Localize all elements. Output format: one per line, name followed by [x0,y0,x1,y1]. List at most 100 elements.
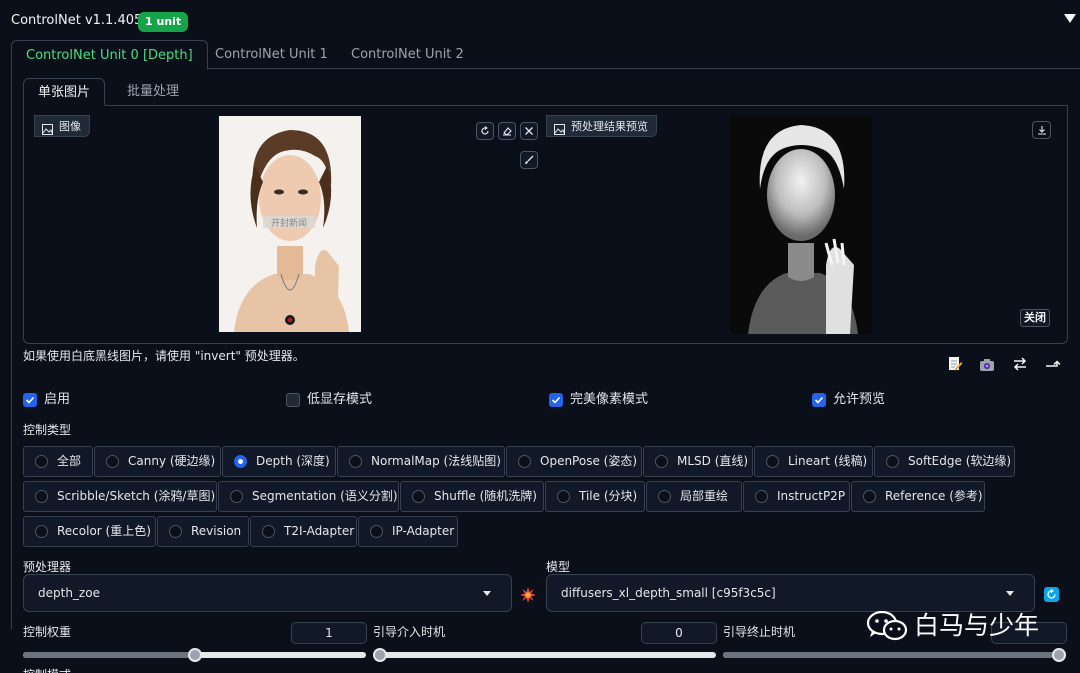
radio-icon [230,490,243,503]
control-type-option[interactable]: Revision [157,516,249,547]
control-type-option[interactable]: Depth (深度) [222,446,336,477]
radio-icon [35,490,48,503]
depth-map-image [730,115,872,334]
brush-button[interactable] [520,151,538,169]
preprocessor-label: 预处理器 [23,560,72,574]
collapse-triangle-icon[interactable] [1063,11,1077,25]
tab-unit-0[interactable]: ControlNet Unit 0 [Depth] [11,40,208,70]
rotate-button[interactable] [476,122,494,140]
control-type-option[interactable]: Lineart (线稿) [754,446,873,477]
brush-icon [525,155,534,164]
control-type-option[interactable]: InstructP2P [743,481,850,512]
checkbox-checked-icon [549,393,563,407]
radio-icon [658,490,671,503]
checkbox-checked-icon [23,393,37,407]
preprocessor-preview-image [730,115,872,334]
guidance-start-slider[interactable] [373,648,716,662]
radio-icon [262,525,275,538]
guidance-end-label: 引导终止时机 [723,625,796,639]
radio-icon [106,455,119,468]
radio-icon [349,455,362,468]
control-type-option[interactable]: SoftEdge (软边缘) [874,446,1015,477]
slider-thumb[interactable] [373,648,387,662]
guidance-end-slider[interactable] [723,648,1066,662]
radio-icon [35,525,48,538]
control-type-option[interactable]: Canny (硬边缘) [94,446,221,477]
download-icon [1038,126,1046,135]
clear-button[interactable] [520,122,538,140]
slider-thumb[interactable] [187,648,202,662]
control-type-option[interactable]: T2I-Adapter [250,516,357,547]
radio-icon [35,455,48,468]
control-type-option[interactable]: Shuffle (随机洗牌) [400,481,544,512]
close-icon [525,127,533,135]
radio-icon [412,490,425,503]
control-type-option[interactable]: 局部重绘 [646,481,742,512]
explosion-icon [520,587,536,603]
image-icon [554,121,565,135]
photo-watermark: 开封新闻 [271,217,307,229]
close-preview-button[interactable]: 关闭 [1020,309,1050,327]
tab-unit-2[interactable]: ControlNet Unit 2 [337,40,478,70]
preview-label: 预处理结果预览 [546,115,657,137]
radio-icon [370,525,383,538]
input-image-label: 图像 [34,115,90,137]
rotate-icon [481,126,489,135]
radio-icon [518,455,531,468]
model-label: 模型 [546,560,571,574]
radio-icon [886,455,899,468]
eraser-icon [503,127,512,136]
tab-unit-1[interactable]: ControlNet Unit 1 [201,40,342,70]
invert-hint: 如果使用白底黑线图片，请使用 "invert" 预处理器。 [23,349,305,363]
control-type-option[interactable]: Recolor (重上色) [23,516,156,547]
control-type-label: 控制类型 [23,423,72,437]
radio-icon [655,455,668,468]
control-weight-input[interactable]: 1 [291,622,367,644]
slider-thumb[interactable] [1052,648,1066,662]
refresh-models-button[interactable] [1044,587,1059,602]
control-type-option[interactable]: MLSD (直线) [643,446,753,477]
chevron-down-icon [483,591,491,596]
control-type-option[interactable]: Segmentation (语义分割) [218,481,399,512]
portrait-photo: 开封新闻 [219,116,361,332]
camera-icon [980,359,994,371]
control-type-option[interactable]: OpenPose (姿态) [506,446,642,477]
radio-selected-icon [234,455,247,468]
guidance-start-input[interactable]: 0 [641,622,717,644]
slider-fill [23,652,195,658]
control-type-option[interactable]: NormalMap (法线贴图) [337,446,505,477]
download-button[interactable] [1032,121,1051,139]
controlnet-title: ControlNet v1.1.405 [11,13,143,28]
model-dropdown[interactable]: diffusers_xl_depth_small [c95f3c5c] [546,574,1035,612]
controlnet-header[interactable]: ControlNet v1.1.405 1 unit [0,0,1080,40]
checkbox-unchecked-icon [286,393,300,407]
swap-arrows-icon [1013,357,1027,371]
input-image-upload[interactable]: 开封新闻 [219,116,361,332]
unit-tabs: ControlNet Unit 0 [Depth] ControlNet Uni… [11,40,1080,70]
control-mode-label: 控制模式 [23,666,71,673]
unit-count-badge: 1 unit [138,12,189,32]
arrow-up-right-icon [1046,360,1061,367]
control-type-option[interactable]: Tile (分块) [545,481,645,512]
tab-batch[interactable]: 批量处理 [113,78,193,106]
radio-icon [863,490,876,503]
send-dimensions-button[interactable] [1044,356,1062,372]
control-weight-label: 控制权重 [23,625,72,639]
checkbox-checked-icon [812,393,826,407]
eraser-button[interactable] [498,122,516,140]
preprocessor-dropdown[interactable]: depth_zoe [23,574,512,612]
control-weight-slider[interactable] [23,648,366,662]
radio-icon [169,525,182,538]
control-type-option[interactable]: Reference (参考) [851,481,985,512]
edit-doc-button[interactable] [946,356,964,372]
webcam-button[interactable] [978,357,996,373]
tab-single-image[interactable]: 单张图片 [23,78,106,106]
control-type-option[interactable]: 全部 [23,446,93,477]
mirror-button[interactable] [1011,356,1029,372]
image-panel [23,105,1068,344]
refresh-icon [1047,589,1056,599]
control-type-option[interactable]: Scribble/Sketch (涂鸦/草图) [23,481,217,512]
control-type-option[interactable]: IP-Adapter [358,516,458,547]
run-preprocessor-button[interactable] [519,586,537,604]
guidance-start-label: 引导介入时机 [373,625,446,639]
